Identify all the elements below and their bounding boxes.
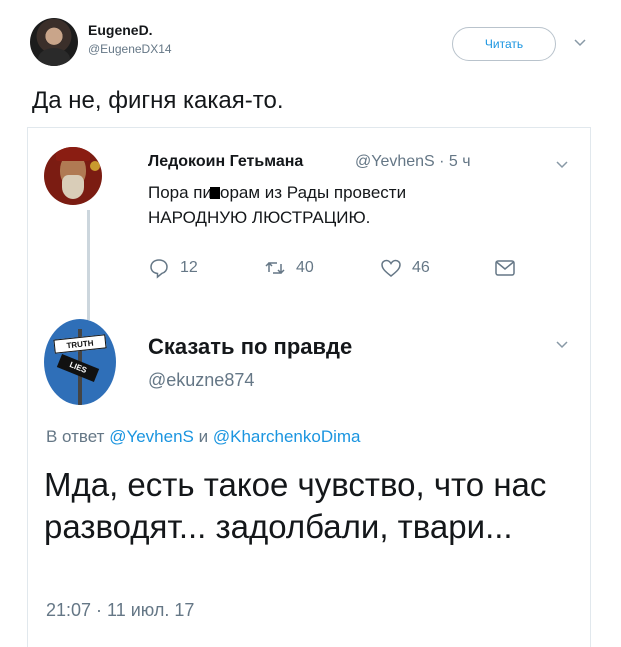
user-handle[interactable]: @ekuzne874 [148, 370, 254, 391]
reply-icon [150, 259, 168, 279]
reply-prefix: В ответ [46, 427, 105, 446]
reply-user-link[interactable]: @KharchenkoDima [213, 427, 361, 446]
retweet-icon [265, 261, 285, 275]
display-name[interactable]: Ледокоин Гетьмана [148, 153, 303, 171]
avatar-beard [62, 175, 84, 199]
retweet-action[interactable]: 40 [264, 256, 314, 280]
tweet-text-part: Пора пи [148, 183, 213, 202]
display-name[interactable]: Сказать по правде [148, 334, 352, 360]
chevron-down-icon[interactable] [555, 158, 569, 172]
reply-context: В ответ @YevhenS и @KharchenkoDima [46, 427, 361, 447]
avatar[interactable]: TRUTH LIES [44, 319, 116, 405]
follow-button[interactable]: Читать [452, 27, 556, 61]
reply-user-link[interactable]: @YevhenS [109, 427, 194, 446]
reply-conjunction: и [198, 427, 209, 446]
tweet-text: Мда, есть такое чувство, что нас разводя… [44, 466, 547, 545]
thread-connector [87, 210, 90, 320]
chevron-down-icon[interactable] [555, 338, 569, 352]
display-name[interactable]: EugeneD. [88, 22, 153, 38]
tweet-text-part: орам из Рады провести [220, 183, 407, 202]
heart-icon [381, 259, 401, 277]
avatar[interactable] [44, 147, 102, 205]
like-action[interactable]: 46 [380, 256, 430, 280]
avatar-mace [90, 161, 100, 171]
message-action[interactable] [494, 256, 516, 280]
retweet-count: 40 [296, 259, 314, 276]
envelope-icon [495, 260, 515, 276]
user-handle[interactable]: @EugeneDX14 [88, 42, 172, 56]
avatar-sign-truth: TRUTH [53, 334, 107, 354]
tweet-text: Пора пи орам из Рады провести НАРОДНУЮ ЛЮ… [148, 180, 548, 230]
censor-block [210, 187, 221, 199]
handle-and-time[interactable]: @YevhenS · 5 ч [355, 153, 471, 171]
tweet-text-part: НАРОДНУЮ ЛЮСТРАЦИЮ. [148, 208, 371, 227]
avatar-hat [56, 147, 90, 161]
avatar[interactable] [30, 18, 78, 66]
tweet-text: Да не, фигня какая-то. [32, 87, 284, 114]
like-count: 46 [412, 259, 430, 276]
chevron-down-icon[interactable] [573, 36, 587, 50]
timestamp[interactable]: 21:07 · 11 июл. 17 [46, 600, 194, 621]
reply-action[interactable]: 12 [148, 256, 198, 280]
reply-count: 12 [180, 259, 198, 276]
